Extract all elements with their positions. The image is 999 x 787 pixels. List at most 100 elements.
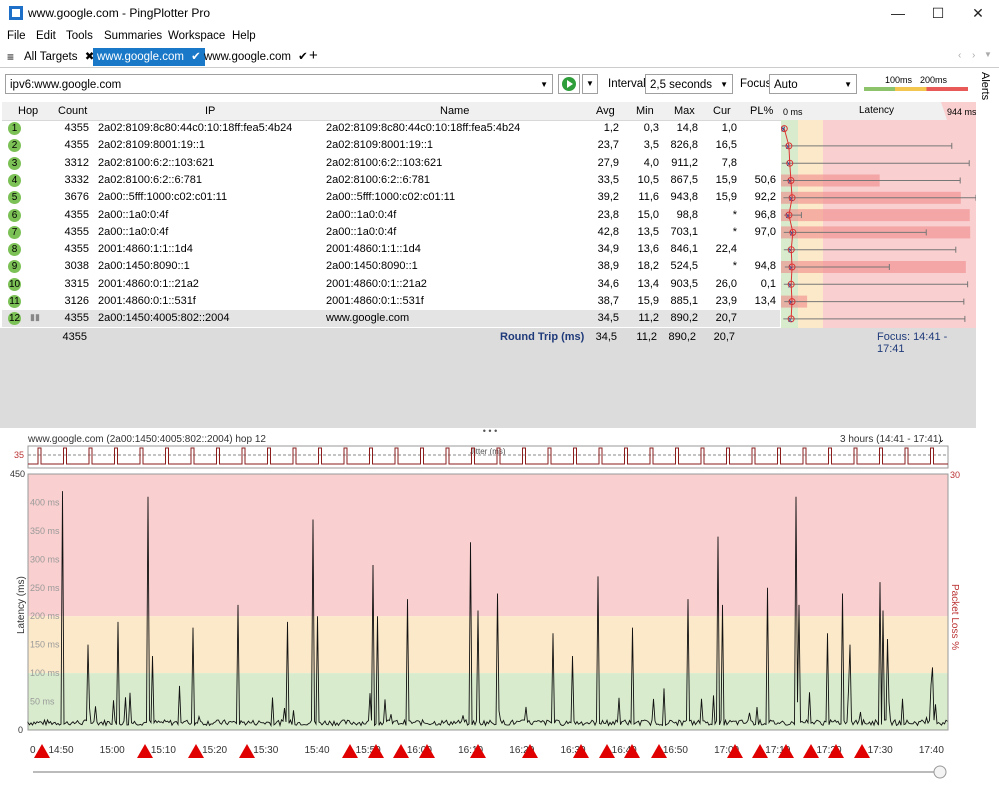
- table-row[interactable]: 2 4355 2a02:8109:8001:19::1 2a02:8109:8001:…: [2, 137, 780, 154]
- tab-google-active[interactable]: www.google.com ✔: [93, 48, 205, 66]
- col-count[interactable]: Count: [58, 105, 87, 117]
- scroll-right-icon[interactable]: ›: [972, 50, 975, 61]
- cell-name: 2a00::1a0:0:4f: [326, 225, 397, 238]
- y-axis-top-label: 450: [10, 469, 25, 479]
- cell-cur: 20,7: [715, 312, 737, 325]
- hamburger-icon[interactable]: ≡: [7, 50, 14, 64]
- menu-help[interactable]: Help: [232, 30, 256, 42]
- close-button[interactable]: ✕: [958, 0, 998, 26]
- threshold-scale[interactable]: [864, 87, 968, 91]
- cell-max: 703,1: [670, 225, 698, 238]
- threshold-100-label: 100ms: [885, 75, 913, 85]
- table-row[interactable]: 6 4355 2a00::1a0:0:4f 2a00::1a0:0:4f 23,8 15,…: [2, 207, 780, 224]
- tab-menu-icon[interactable]: ▼: [984, 50, 992, 59]
- table-row[interactable]: 8 4355 2001:4860:1:1::1d4 2001:4860:1:1::1d…: [2, 241, 780, 258]
- col-hop[interactable]: Hop: [18, 105, 38, 117]
- splitter-handle[interactable]: • • •: [470, 426, 510, 436]
- maximize-button[interactable]: ☐: [918, 0, 958, 26]
- col-pl[interactable]: PL%: [750, 105, 773, 117]
- scroll-left-icon[interactable]: ‹: [958, 50, 961, 61]
- summary-max: 890,2: [668, 331, 696, 343]
- hop-number-badge: 4: [8, 173, 21, 187]
- interval-value: 2,5 seconds: [650, 79, 713, 91]
- cell-max: 885,1: [670, 295, 698, 307]
- table-row[interactable]: 5 3676 2a00::5fff:1000:c02:c01:11 2a00::5ff…: [2, 189, 780, 206]
- cell-pl: 94,8: [754, 260, 776, 273]
- bar-chart-icon[interactable]: ▮▮: [30, 312, 40, 323]
- tab-all-targets[interactable]: All Targets ✖: [20, 48, 98, 66]
- cell-cur: *: [732, 208, 737, 221]
- summary-min: 11,2: [636, 331, 657, 343]
- cell-avg: 23,7: [597, 139, 619, 152]
- tab-bar: ≡ All Targets ✖ www.google.com ✔ www.goo…: [0, 47, 999, 68]
- cell-ip: 2001:4860:0:1::21a2: [98, 277, 199, 290]
- tab-google-2[interactable]: www.google.com ✔: [200, 48, 312, 66]
- interval-combobox[interactable]: 2,5 seconds ▼: [645, 74, 733, 94]
- cell-count: 3038: [64, 260, 89, 273]
- cell-pl: 0,1: [760, 277, 776, 290]
- col-ip[interactable]: IP: [205, 105, 215, 117]
- cell-count: 3126: [64, 295, 89, 307]
- tab-label: www.google.com: [204, 51, 291, 63]
- menu-workspace[interactable]: Workspace: [168, 30, 225, 42]
- hop-number-badge: 8: [8, 243, 21, 257]
- y-tick-label: 200 ms: [30, 611, 60, 621]
- table-row[interactable]: 7 4355 2a00::1a0:0:4f 2a00::1a0:0:4f 42,8 13,…: [2, 224, 780, 241]
- chevron-down-icon[interactable]: ⌄: [938, 435, 945, 444]
- col-cur[interactable]: Cur: [713, 105, 731, 117]
- table-row[interactable]: 11 3126 2001:4860:0:1::531f 2001:4860:0:1::…: [2, 293, 780, 310]
- start-button[interactable]: [558, 74, 580, 94]
- cell-count: 4355: [64, 243, 89, 256]
- table-row[interactable]: 3 3312 2a02:8100:6:2::103:621 2a02:8100:6:2…: [2, 155, 780, 172]
- menu-edit[interactable]: Edit: [36, 30, 56, 42]
- menu-tools[interactable]: Tools: [66, 30, 93, 42]
- zone-red: [28, 474, 948, 617]
- menu-file[interactable]: File: [7, 30, 26, 42]
- col-avg[interactable]: Avg: [596, 105, 615, 117]
- focus-value: Auto: [774, 79, 798, 91]
- cell-max: 98,8: [676, 208, 698, 221]
- cell-count: 4355: [64, 139, 89, 152]
- cell-cur: 1,0: [721, 122, 737, 134]
- table-row[interactable]: 4 3332 2a02:8100:6:2::6:781 2a02:8100:6:2::…: [2, 172, 780, 189]
- col-max[interactable]: Max: [674, 105, 695, 117]
- cell-ip: 2a02:8100:6:2::103:621: [98, 156, 215, 169]
- start-options-button[interactable]: ▼: [582, 74, 598, 94]
- col-min[interactable]: Min: [636, 105, 654, 117]
- x-tick-label: 17:40: [919, 745, 944, 756]
- cell-min: 11,6: [638, 191, 659, 204]
- cell-max: 911,2: [671, 156, 698, 169]
- focus-combobox[interactable]: Auto ▼: [769, 74, 857, 94]
- table-row[interactable]: 10 3315 2001:4860:0:1::21a2 2001:4860:0:1::…: [2, 276, 780, 293]
- col-name[interactable]: Name: [440, 105, 469, 117]
- summary-label: Round Trip (ms): [500, 331, 585, 343]
- x-tick-label: 0: [30, 745, 36, 756]
- cell-pl: 97,0: [754, 225, 776, 238]
- minimize-button[interactable]: —: [878, 0, 918, 26]
- add-tab-button[interactable]: +: [309, 47, 318, 64]
- x-tick-label: 15:00: [100, 745, 125, 756]
- latency-graph[interactable]: Jitter (ms) 35 450 0 400 ms 350 ms 300 ms 250 m…: [0, 444, 999, 787]
- cell-avg: 42,8: [597, 225, 619, 238]
- cell-avg: 33,5: [597, 173, 619, 186]
- cell-avg: 23,8: [597, 208, 619, 221]
- focus-range-label: Focus: 14:41 - 17:41: [877, 331, 948, 355]
- alerts-panel-tab[interactable]: Alerts: [977, 70, 999, 330]
- cell-min: 18,2: [637, 260, 659, 273]
- cell-pl: 50,6: [754, 173, 776, 186]
- packet-loss-axis-label: Packet Loss %: [949, 584, 960, 650]
- cell-max: 867,5: [670, 173, 698, 186]
- time-slider-thumb[interactable]: [933, 765, 947, 779]
- cell-cur: 26,0: [715, 277, 737, 290]
- target-combobox[interactable]: ipv6:www.google.com ▼: [5, 74, 553, 94]
- cell-ip: 2a02:8109:8001:19::1: [98, 139, 206, 152]
- title-bar: www.google.com - PingPlotter Pro — ☐ ✕: [0, 0, 999, 26]
- table-row[interactable]: 12 ▮▮ 4355 2a00:1450:4005:802::2004 www.goog…: [2, 310, 780, 328]
- table-row[interactable]: 9 3038 2a00:1450:8090::1 2a00:1450:8090::1 3…: [2, 258, 780, 275]
- menu-summaries[interactable]: Summaries: [104, 30, 162, 42]
- table-row[interactable]: 1 4355 2a02:8109:8c80:44c0:10:18ff:fea5:4b…: [2, 120, 780, 137]
- tab-label: www.google.com: [97, 51, 184, 63]
- menu-bar: File Edit Tools Summaries Workspace Help: [0, 28, 999, 46]
- cell-max: 14,8: [676, 122, 698, 134]
- cell-ip: 2a00::1a0:0:4f: [98, 225, 169, 238]
